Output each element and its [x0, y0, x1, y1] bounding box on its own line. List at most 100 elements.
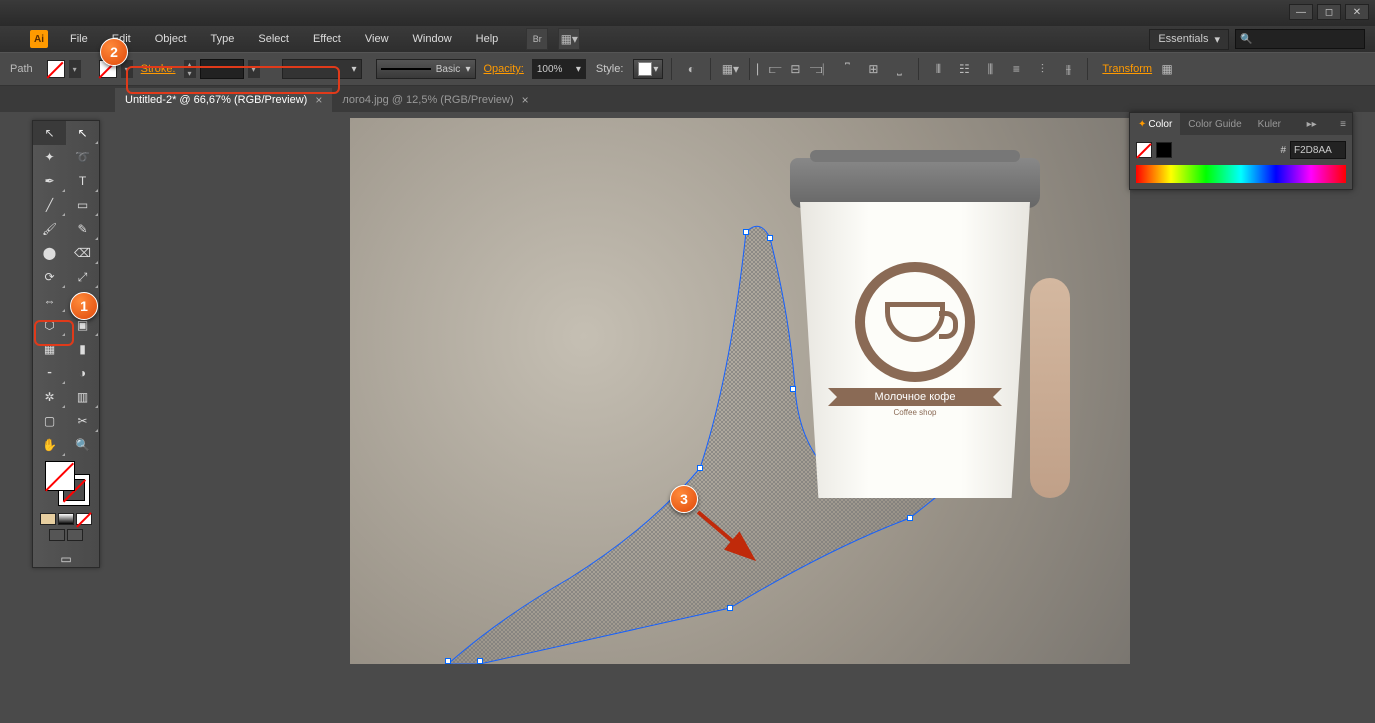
- brush-definition[interactable]: Basic ▾: [376, 59, 476, 79]
- align-left-icon[interactable]: ⎸⫍: [758, 58, 780, 80]
- hand-tool[interactable]: ✋: [33, 433, 66, 457]
- align-top-icon[interactable]: ⎴: [836, 58, 858, 80]
- hex-input[interactable]: [1290, 141, 1346, 159]
- anchor-point[interactable]: [697, 465, 703, 471]
- align-vcenter-icon[interactable]: ⊞: [862, 58, 884, 80]
- close-button[interactable]: ✕: [1345, 4, 1369, 20]
- color-mode-gradient[interactable]: [58, 513, 74, 525]
- fill-stroke-indicator[interactable]: [37, 461, 95, 507]
- panel-tab-color-guide[interactable]: Color Guide: [1180, 113, 1249, 135]
- distribute-vspacing-icon[interactable]: ≡: [1005, 58, 1027, 80]
- width-tool[interactable]: ⇔: [33, 289, 66, 313]
- magic-wand-tool[interactable]: ✦: [33, 145, 66, 169]
- panel-tab-color[interactable]: ✦Color: [1130, 113, 1180, 135]
- align-right-icon[interactable]: ⫎⎸: [810, 58, 832, 80]
- menu-help[interactable]: Help: [466, 28, 509, 50]
- screen-mode-icon[interactable]: ▭: [51, 547, 81, 571]
- menu-type[interactable]: Type: [201, 28, 245, 50]
- panel-stroke-swatch[interactable]: [1156, 142, 1172, 158]
- align-hcenter-icon[interactable]: ⊟: [784, 58, 806, 80]
- menu-object[interactable]: Object: [145, 28, 197, 50]
- lasso-tool[interactable]: ➰: [66, 145, 99, 169]
- color-spectrum[interactable]: [1136, 165, 1346, 183]
- selection-tool[interactable]: ↖: [33, 121, 66, 145]
- line-tool[interactable]: ╱: [33, 193, 66, 217]
- slice-tool[interactable]: ✂: [66, 409, 99, 433]
- stroke-weight-input[interactable]: [200, 59, 244, 79]
- artboard-tool[interactable]: ▢: [33, 409, 66, 433]
- anchor-point[interactable]: [743, 229, 749, 235]
- blend-tool[interactable]: ◑: [66, 361, 99, 385]
- rotate-tool[interactable]: ⟳: [33, 265, 66, 289]
- menu-window[interactable]: Window: [403, 28, 462, 50]
- hand-fingers: [1030, 278, 1070, 498]
- stroke-weight-dropdown[interactable]: ▾: [248, 60, 260, 78]
- search-input[interactable]: 🔍: [1235, 29, 1365, 49]
- rectangle-tool[interactable]: ▭: [66, 193, 99, 217]
- maximize-button[interactable]: ◻: [1317, 4, 1341, 20]
- distribute-hspacing-icon[interactable]: ⫼: [979, 58, 1001, 80]
- stroke-weight-up[interactable]: ▴: [184, 60, 196, 69]
- control-bar: Path ▾ ▾ Stroke: ▴ ▾ ▾ ▾ Basic ▾ Opacity…: [0, 52, 1375, 86]
- align-panel-icon[interactable]: ▦▾: [719, 58, 741, 80]
- column-graph-tool[interactable]: ▥: [66, 385, 99, 409]
- fill-indicator[interactable]: [45, 461, 75, 491]
- variable-width-profile[interactable]: ▾: [282, 59, 362, 79]
- arrange-documents-icon[interactable]: ▦▾: [558, 28, 580, 50]
- eyedropper-tool[interactable]: ⁃: [33, 361, 66, 385]
- direct-selection-tool[interactable]: ↖: [66, 121, 99, 145]
- draw-normal-icon[interactable]: [49, 529, 65, 541]
- menu-view[interactable]: View: [355, 28, 399, 50]
- menu-select[interactable]: Select: [248, 28, 299, 50]
- graphic-style[interactable]: ▾: [633, 59, 663, 79]
- anchor-point[interactable]: [907, 515, 913, 521]
- bridge-icon[interactable]: Br: [526, 28, 548, 50]
- distribute-v-icon[interactable]: ☷: [953, 58, 975, 80]
- transform-panel-icon[interactable]: ▦: [1156, 58, 1178, 80]
- type-tool[interactable]: T: [66, 169, 99, 193]
- color-mode-none[interactable]: [76, 513, 92, 525]
- document-tab-inactive[interactable]: лого4.jpg @ 12,5% (RGB/Preview) ×: [332, 88, 538, 112]
- transform-link[interactable]: Transform: [1102, 63, 1152, 75]
- pen-tool[interactable]: ✒: [33, 169, 66, 193]
- distribute-h-icon[interactable]: ⫴: [927, 58, 949, 80]
- document-tab-active[interactable]: Untitled-2* @ 66,67% (RGB/Preview) ×: [115, 88, 332, 112]
- shape-builder-tool[interactable]: ⬡: [33, 313, 66, 337]
- gradient-tool[interactable]: ▮: [66, 337, 99, 361]
- blob-brush-tool[interactable]: ⬤: [33, 241, 66, 265]
- draw-behind-icon[interactable]: [67, 529, 83, 541]
- recolor-artwork-icon[interactable]: ◐: [680, 58, 702, 80]
- paintbrush-tool[interactable]: 🖌: [33, 217, 66, 241]
- tab-close-icon[interactable]: ×: [315, 93, 322, 107]
- scale-tool[interactable]: ⤢: [66, 265, 99, 289]
- anchor-point[interactable]: [445, 658, 451, 664]
- panel-fill-swatch[interactable]: [1136, 142, 1152, 158]
- stroke-label-link[interactable]: Stroke:: [141, 63, 176, 75]
- fill-swatch[interactable]: [47, 60, 65, 78]
- minimize-button[interactable]: —: [1289, 4, 1313, 20]
- artboard[interactable]: Молочное кофе Coffee shop: [350, 118, 1130, 664]
- opacity-input[interactable]: 100%▾: [532, 59, 586, 79]
- symbol-sprayer-tool[interactable]: ✲: [33, 385, 66, 409]
- menu-effect[interactable]: Effect: [303, 28, 351, 50]
- eraser-tool[interactable]: ⌫: [66, 241, 99, 265]
- stroke-weight-down[interactable]: ▾: [184, 69, 196, 78]
- anchor-point[interactable]: [727, 605, 733, 611]
- panel-collapse-icon[interactable]: ▸▸: [1301, 119, 1323, 130]
- distribute-top-icon[interactable]: ⫶: [1031, 58, 1053, 80]
- fill-dropdown[interactable]: ▾: [69, 60, 81, 78]
- tab-close-icon[interactable]: ×: [522, 93, 529, 107]
- panel-tab-kuler[interactable]: Kuler: [1250, 113, 1289, 135]
- align-bottom-icon[interactable]: ⎵: [888, 58, 910, 80]
- panel-menu-icon[interactable]: ≡: [1334, 119, 1352, 130]
- anchor-point[interactable]: [767, 235, 773, 241]
- distribute-bottom-icon[interactable]: ⫵: [1057, 58, 1079, 80]
- workspace-switcher[interactable]: Essentials ▾: [1149, 29, 1229, 50]
- anchor-point[interactable]: [477, 658, 483, 664]
- opacity-label-link[interactable]: Opacity:: [484, 63, 524, 75]
- pencil-tool[interactable]: ✎: [66, 217, 99, 241]
- menu-file[interactable]: File: [60, 28, 98, 50]
- color-mode-solid[interactable]: [40, 513, 56, 525]
- mesh-tool[interactable]: ▦: [33, 337, 66, 361]
- zoom-tool[interactable]: 🔍: [66, 433, 99, 457]
